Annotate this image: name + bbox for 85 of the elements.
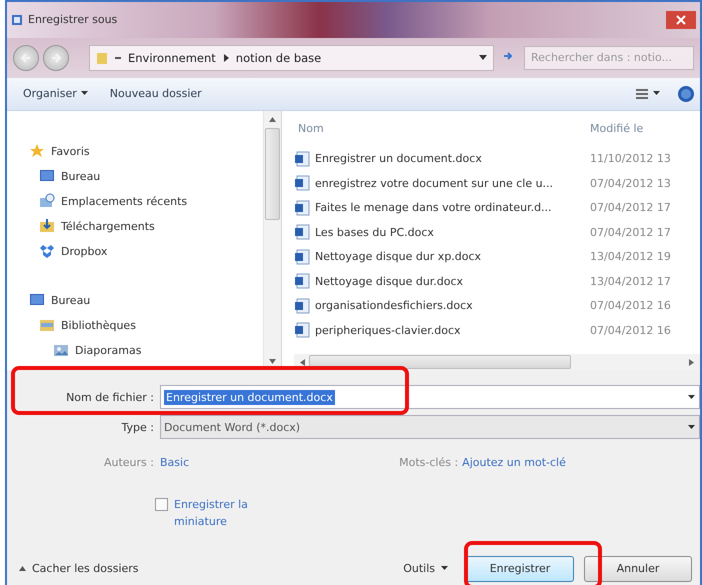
navigation-item[interactable]: Dropbox [39, 238, 263, 264]
forward-button[interactable] [43, 44, 69, 71]
dropdown-arrow-icon [688, 424, 695, 430]
file-name[interactable]: organisationdesfichiers.docx [315, 299, 473, 312]
word-document-icon [294, 200, 310, 216]
modified-date: 07/04/2012 16 [590, 324, 672, 337]
download-folder-icon [39, 218, 55, 234]
left-arrow-icon [300, 358, 305, 366]
navigation-item[interactable]: Téléchargements [39, 214, 263, 239]
modified-date: 07/04/2012 17 [590, 201, 672, 214]
navigation-item[interactable]: Bibliothèques [39, 312, 263, 338]
dropdown-arrow-icon [479, 54, 487, 61]
navigation-item[interactable]: Favoris [29, 138, 263, 164]
navigation-item[interactable]: Diaporamas [39, 338, 263, 363]
dropdown-arrow-icon [688, 394, 695, 400]
star-icon [29, 143, 45, 160]
word-document-icon [294, 322, 310, 338]
word-document-icon [294, 273, 310, 290]
list-view-icon [635, 88, 649, 100]
word-document-icon [294, 175, 310, 192]
word-document-icon [294, 224, 310, 240]
field-label: Type : [120, 420, 155, 434]
dropdown-arrow-icon [653, 91, 660, 96]
file-name[interactable]: Nettoyage disque dur.docx [315, 274, 464, 288]
right-arrow-icon [689, 358, 694, 366]
library-icon [39, 317, 55, 334]
modified-date: 13/04/2012 19 [590, 250, 672, 264]
modified-date: 13/04/2012 17 [590, 274, 672, 288]
breadcrumb-item[interactable]: notion de base [236, 50, 322, 65]
breadcrumb-item[interactable]: Environnement [128, 50, 216, 65]
word-document-icon [294, 150, 310, 167]
organize-menu[interactable]: Organiser [19, 85, 92, 102]
word-document-icon [294, 298, 310, 314]
author-link[interactable]: Basic [160, 456, 190, 469]
window-title: Enregistrer sous [28, 13, 118, 26]
dropdown-arrow-icon [80, 91, 88, 96]
modified-date: 11/10/2012 13 [590, 152, 672, 166]
checkbox-label[interactable]: Enregistrer la miniature [174, 496, 254, 530]
clock-folder-icon [39, 193, 55, 210]
save-button[interactable]: Enregistrer [466, 556, 574, 582]
field-label: Auteurs : [102, 456, 155, 469]
new-folder-button[interactable]: Nouveau dossier [106, 85, 206, 102]
field-label: Nom de fichier : [65, 390, 155, 404]
folder-icon [96, 50, 108, 65]
file-name[interactable]: peripheriques-clavier.docx [315, 324, 461, 337]
file-name[interactable]: enregistrez votre document sur une cle u... [315, 176, 554, 190]
modified-date: 07/04/2012 16 [590, 299, 672, 312]
checkbox[interactable] [155, 498, 168, 512]
navigation-item[interactable]: Bureau [29, 288, 263, 313]
back-button[interactable] [13, 44, 39, 71]
navigation-item[interactable]: Emplacements récents [39, 188, 263, 214]
cancel-button[interactable]: Annuler [584, 556, 692, 582]
help-icon [678, 86, 694, 102]
scroll-thumb[interactable] [265, 128, 280, 220]
modified-date: 07/04/2012 17 [590, 226, 672, 239]
file-name[interactable]: Faites le menage dans votre ordinateur.d... [315, 201, 552, 214]
horizontal-scrollbar[interactable] [294, 354, 700, 370]
file-name[interactable]: Les bases du PC.docx [315, 226, 434, 239]
column-header[interactable]: Modifié le [590, 122, 644, 136]
document-icon [11, 14, 23, 26]
dropdown-arrow-icon [441, 566, 448, 572]
search-field[interactable]: Rechercher dans : notio... [524, 46, 694, 70]
address-bar[interactable]: Environnement notion de base [89, 44, 494, 71]
file-name[interactable]: Enregistrer un document.docx [315, 152, 482, 166]
file-name[interactable]: Nettoyage disque dur xp.docx [315, 250, 482, 264]
filename-field[interactable]: Enregistrer un document.docx [160, 385, 700, 410]
box-icon [39, 243, 55, 260]
picture-folder-icon [53, 342, 69, 358]
close-button[interactable] [666, 10, 696, 29]
collapse-arrow-icon [19, 566, 26, 572]
hide-folders-button[interactable]: Cacher les dossiers [17, 560, 141, 578]
close-icon [676, 14, 686, 25]
word-document-icon [294, 248, 310, 265]
file-type-dropdown[interactable]: Document Word (*.docx) [160, 415, 700, 440]
scroll-thumb[interactable] [309, 355, 571, 370]
field-label: Mots-clés : [399, 456, 460, 469]
forward-arrow-icon [50, 52, 62, 64]
tags-link[interactable]: Ajoutez un mot-clé [462, 456, 566, 469]
tools-menu[interactable]: Outils [401, 560, 450, 578]
up-arrow-icon [269, 116, 276, 122]
down-arrow-icon [269, 359, 276, 364]
modified-date: 07/04/2012 13 [590, 176, 672, 190]
navigation-item[interactable]: Bureau [39, 164, 263, 189]
back-arrow-icon [20, 52, 32, 64]
column-header[interactable]: Nom [294, 122, 590, 136]
